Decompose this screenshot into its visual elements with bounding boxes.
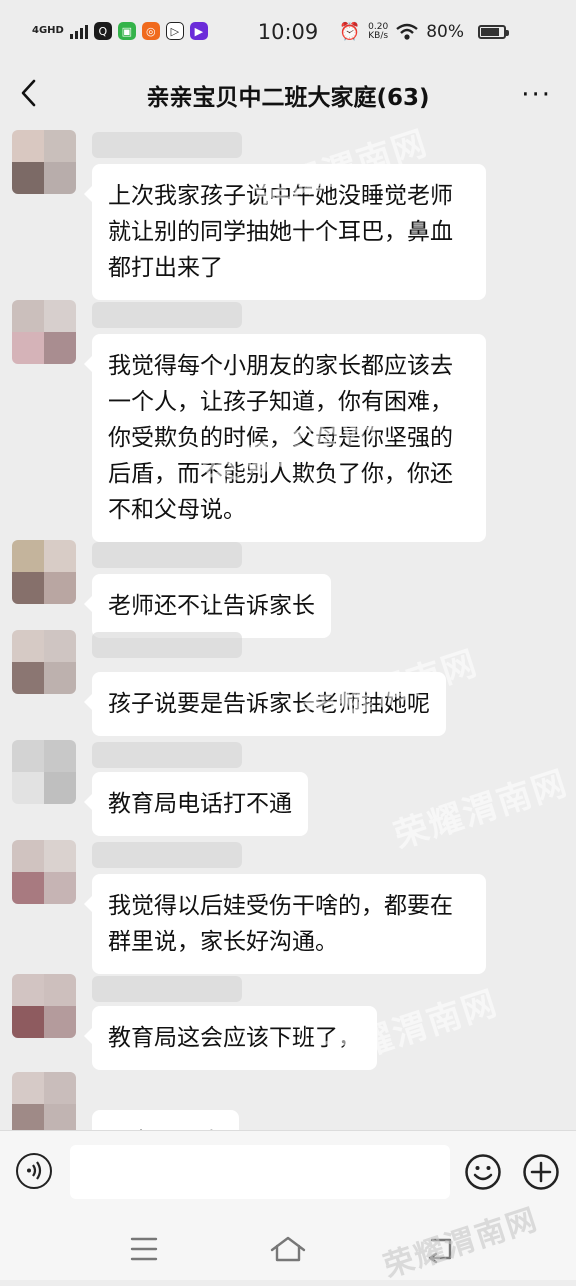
avatar[interactable] (12, 974, 76, 1038)
avatar[interactable] (12, 300, 76, 364)
message-bubble[interactable]: 教育局电话打不通 (84, 772, 308, 836)
battery-icon (478, 25, 509, 39)
sender-name (92, 742, 242, 768)
home-icon[interactable] (268, 1232, 308, 1266)
message-bubble[interactable]: 我觉得以后娃受伤干啥的，都要在 群里说，家长好沟通。 (84, 874, 486, 974)
battery-percent: 80% (426, 22, 464, 42)
sender-name (92, 132, 242, 158)
emoji-icon[interactable] (464, 1153, 502, 1191)
sender-name (92, 632, 242, 658)
avatar[interactable] (12, 740, 76, 804)
message-bubble[interactable]: 教育局这会应该下班了， (84, 1006, 377, 1070)
message-bubble[interactable]: 我觉得每个小朋友的家长都应该去 一个人，让孩子知道，你有困难， 你受欺负的时候，… (84, 334, 486, 542)
avatar[interactable] (12, 840, 76, 904)
avatar[interactable] (12, 1072, 76, 1130)
message-bubble[interactable]: 孩子说要是告诉家长老师抽她呢 (84, 672, 446, 736)
message-bubble[interactable]: 老师还不让告诉家长 (84, 574, 331, 638)
avatar[interactable] (12, 130, 76, 194)
message-input[interactable] (70, 1145, 450, 1199)
alarm-icon: ⏰ (338, 22, 361, 42)
avatar[interactable] (12, 540, 76, 604)
input-bar (0, 1130, 576, 1217)
sender-name (92, 842, 242, 868)
avatar[interactable] (12, 630, 76, 694)
back-nav-icon[interactable] (420, 1232, 460, 1266)
message-bubble[interactable]: 记者…曝光 (92, 1110, 239, 1130)
sender-name (92, 542, 242, 568)
plus-icon[interactable] (522, 1153, 560, 1191)
more-icon[interactable]: ··· (521, 80, 552, 110)
status-bar: 4GHD Q ▣ ◎ ▷ ▶ 10:09 ⏰ 0.20 KB/s 80% (0, 0, 576, 66)
chat-title: 亲亲宝贝中二班大家庭(63) (146, 85, 430, 111)
watermark: 荣耀渭南网 (389, 762, 573, 857)
sender-name (92, 302, 242, 328)
message-bubble[interactable]: 上次我家孩子说中午她没睡觉老师 就让别的同学抽她十个耳巴，鼻血 都打出来了 (84, 164, 486, 300)
chat-area[interactable]: 上次我家孩子说中午她没睡觉老师 就让别的同学抽她十个耳巴，鼻血 都打出来了 我觉… (0, 122, 576, 1130)
voice-icon[interactable] (16, 1153, 52, 1189)
system-nav-bar: 荣耀渭南网 (0, 1202, 576, 1285)
wifi-icon (396, 23, 418, 40)
network-speed: 0.20 KB/s (368, 22, 389, 41)
chat-header: 亲亲宝贝中二班大家庭(63) ··· (0, 66, 576, 122)
sender-name (92, 976, 242, 1002)
menu-icon[interactable] (124, 1232, 164, 1266)
status-right: ⏰ 0.20 KB/s 80% (339, 22, 464, 42)
